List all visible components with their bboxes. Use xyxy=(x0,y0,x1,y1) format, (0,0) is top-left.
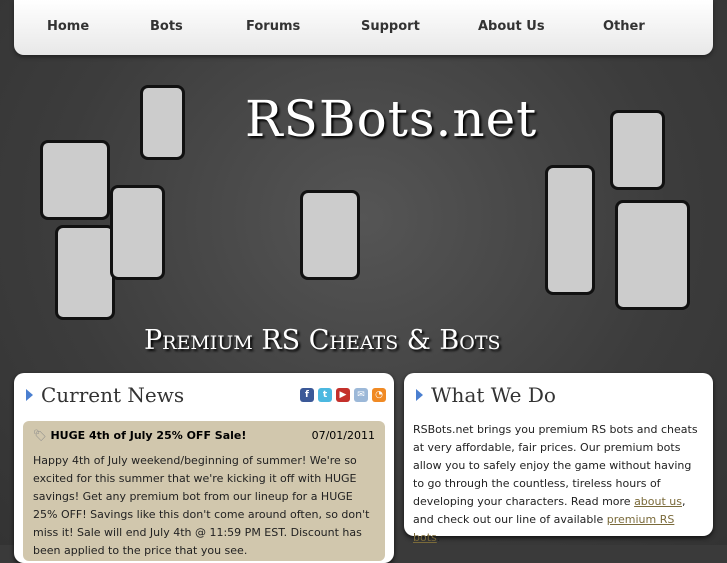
tag-icon: 🏷 xyxy=(33,429,47,442)
nav-forums[interactable]: Forums xyxy=(246,19,300,34)
email-icon[interactable]: ✉ xyxy=(354,388,368,402)
news-heading: Current News xyxy=(41,383,185,407)
robot-illustration xyxy=(55,225,115,320)
news-item: 🏷 HUGE 4th of July 25% OFF Sale! 07/01/2… xyxy=(23,421,385,561)
nav-support[interactable]: Support xyxy=(361,19,420,34)
nav-bots[interactable]: Bots xyxy=(150,19,183,34)
robot-illustration xyxy=(110,185,165,280)
nav-about[interactable]: About Us xyxy=(478,19,545,34)
nav-home[interactable]: Home xyxy=(47,19,89,34)
youtube-icon[interactable]: ▶ xyxy=(336,388,350,402)
robot-illustration xyxy=(545,165,595,295)
rss-icon[interactable]: ◔ xyxy=(372,388,386,402)
news-item-date: 07/01/2011 xyxy=(311,429,375,442)
nav-other[interactable]: Other xyxy=(603,19,645,34)
robot-illustration xyxy=(610,110,665,190)
robot-illustration xyxy=(615,200,690,310)
current-news-panel: Current News f t ▶ ✉ ◔ 🏷 HUGE 4th of July 25… xyxy=(14,373,394,563)
main-nav: Home Bots Forums Support About Us Other xyxy=(14,0,713,55)
arrow-icon xyxy=(26,389,33,401)
robot-illustration xyxy=(300,190,360,280)
arrow-icon xyxy=(416,389,423,401)
news-item-title[interactable]: HUGE 4th of July 25% OFF Sale! xyxy=(50,429,246,442)
tagline: Premium RS Cheats & Bots xyxy=(144,325,501,356)
twitter-icon[interactable]: t xyxy=(318,388,332,402)
what-text: . xyxy=(436,531,441,544)
news-item-body: Happy 4th of July weekend/beginning of s… xyxy=(33,454,370,557)
what-heading: What We Do xyxy=(431,383,556,407)
robot-illustration xyxy=(140,85,185,160)
site-logo[interactable]: RSBots.net xyxy=(245,90,537,148)
facebook-icon[interactable]: f xyxy=(300,388,314,402)
robot-illustration xyxy=(40,140,110,220)
what-we-do-panel: What We Do RSBots.net brings you premium… xyxy=(404,373,713,544)
about-us-link[interactable]: about us xyxy=(634,495,682,508)
